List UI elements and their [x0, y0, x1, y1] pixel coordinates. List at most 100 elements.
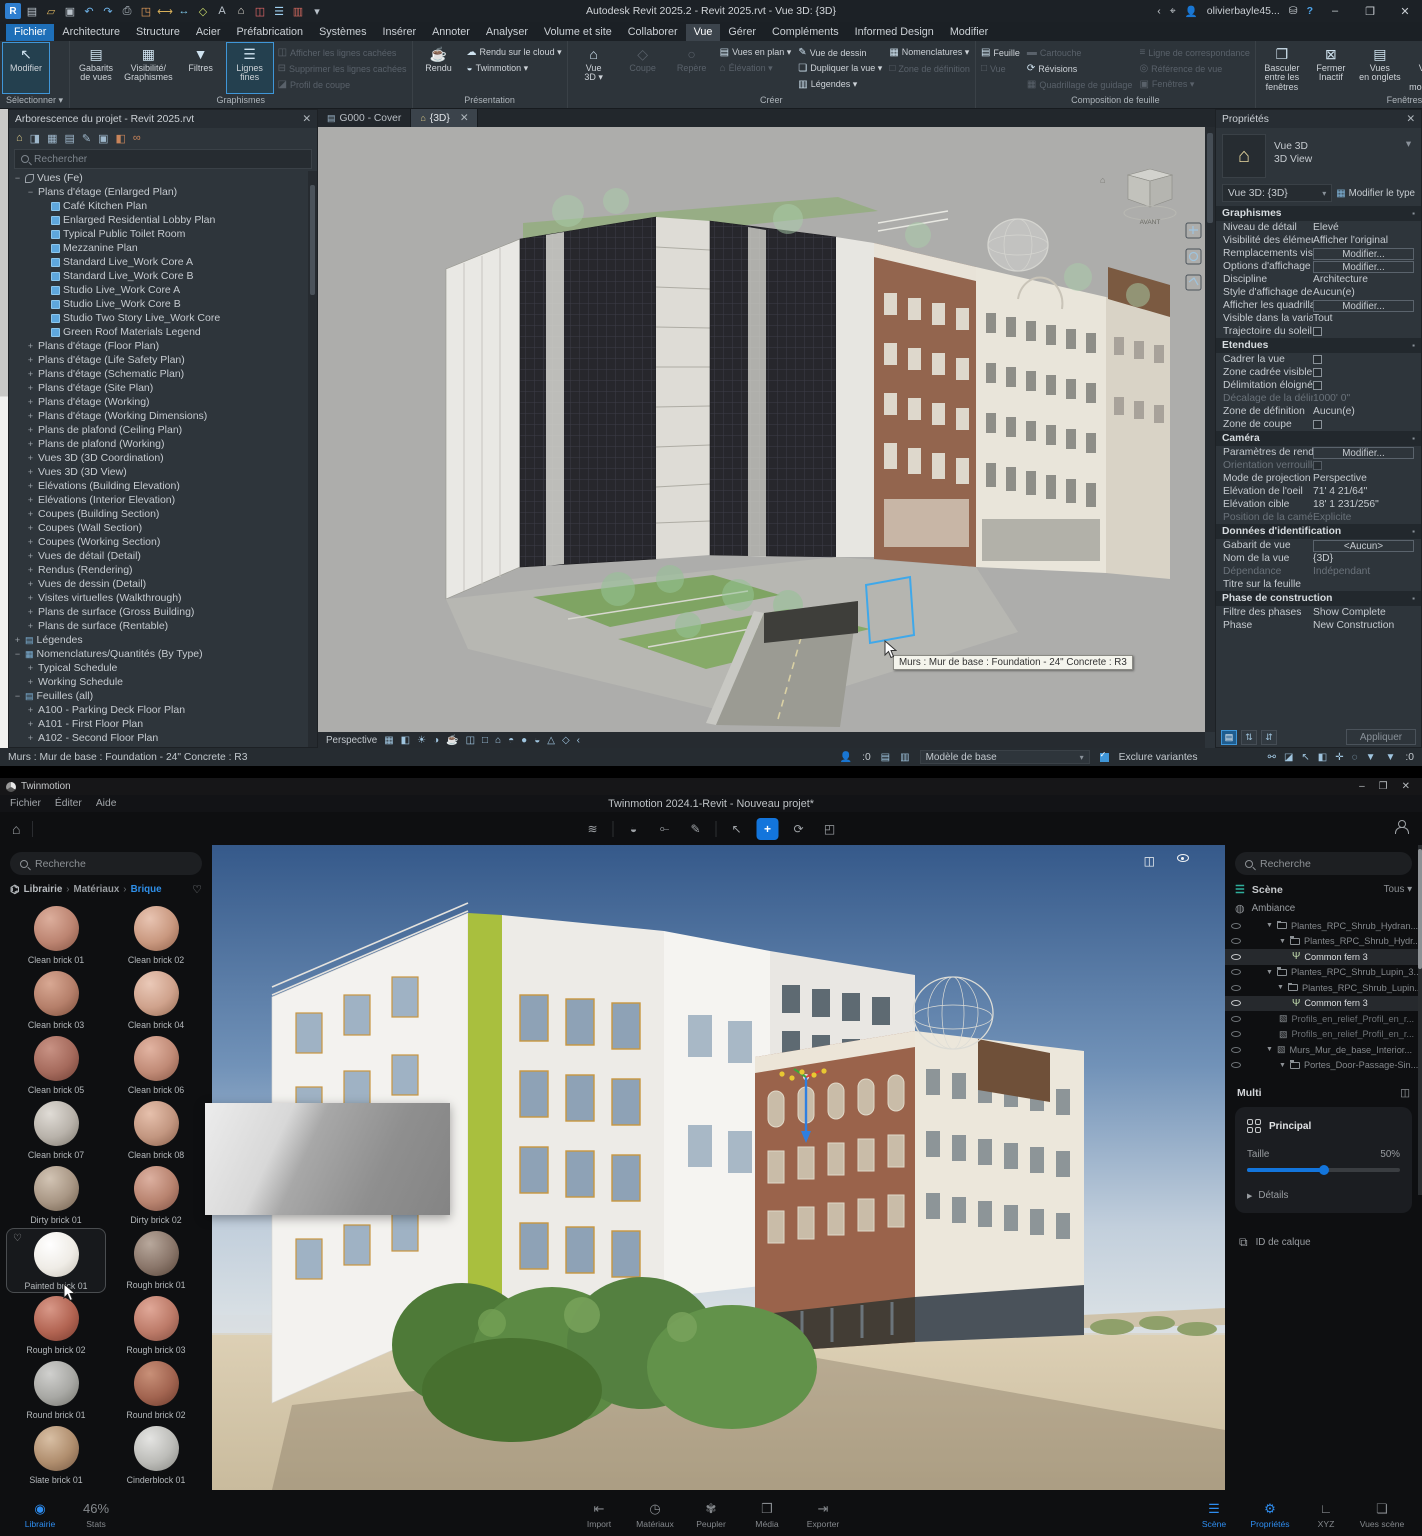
visibility-eye-icon[interactable] — [1231, 938, 1241, 944]
tree-item-plans-de-plafond-ceiling-plan[interactable]: +Plans de plafond (Ceiling Plan) — [9, 423, 317, 437]
tree-item-coupes-building-section[interactable]: +Coupes (Building Section) — [9, 507, 317, 521]
tree-item-plans-de-plafond-working[interactable]: +Plans de plafond (Working) — [9, 437, 317, 451]
scene-filter-dropdown[interactable]: Tous ▾ — [1384, 884, 1412, 895]
material-clean-brick-02[interactable]: Clean brick 02 — [106, 903, 206, 968]
material-clean-brick-08[interactable]: Clean brick 08 — [106, 1098, 206, 1163]
temporary-properties-icon[interactable]: ◒ — [534, 735, 540, 746]
ribbon-vues-en-plan[interactable]: ▤Vues en plan ▾ — [718, 45, 794, 60]
size-slider[interactable] — [1247, 1168, 1400, 1172]
view-selector-dropdown[interactable]: Vue 3D: {3D} ▾ — [1222, 184, 1332, 202]
ribbon-rendu-sur-le-cloud[interactable]: ☁Rendu sur le cloud ▾ — [465, 45, 564, 60]
move-tool-icon[interactable]: + — [757, 818, 779, 840]
sun-path-icon[interactable]: ☀ — [417, 735, 426, 746]
ribbon-r-f-rence-de-vue[interactable]: ◎Référence de vue — [1137, 61, 1251, 76]
background-process-icon[interactable]: ◌ — [1352, 752, 1358, 763]
ribbon-zone-de-d-finition[interactable]: □Zone de définition — [887, 61, 972, 76]
material-rough-brick-02[interactable]: Rough brick 02 — [6, 1293, 106, 1358]
dock-import[interactable]: ⇤Import — [573, 1497, 625, 1529]
scene-item-plantes-rpc-shrub-hydr[interactable]: ▼Plantes_RPC_Shrub_Hydr... — [1225, 934, 1422, 950]
visibility-eye-icon[interactable] — [1231, 954, 1241, 960]
ribbon-basculer-entre-les-fen-tres[interactable]: ❐Basculer entre les fenêtres — [1259, 43, 1305, 93]
material-clean-brick-04[interactable]: Clean brick 04 — [106, 968, 206, 1033]
selection-filter-icon[interactable]: ▼ — [1386, 752, 1396, 763]
sort-ascending-button[interactable]: ⇅ — [1241, 730, 1257, 745]
aligned-dimension-icon[interactable]: ↔ — [176, 3, 192, 19]
render-dialog-icon[interactable]: ☕ — [446, 735, 458, 746]
tree-item-plans-de-surface-gross-building[interactable]: +Plans de surface (Gross Building) — [9, 605, 317, 619]
ribbon-coupe[interactable]: ◇Coupe — [620, 43, 666, 93]
tree-item-l-gendes[interactable]: +▤Légendes — [9, 633, 317, 647]
user-switch-icon[interactable]: ▥ — [290, 3, 306, 19]
dock-peupler[interactable]: ✾Peupler — [685, 1497, 737, 1529]
tree-item-working-schedule[interactable]: +Working Schedule — [9, 675, 317, 689]
material-clean-brick-07[interactable]: Clean brick 07 — [6, 1098, 106, 1163]
revit-3d-canvas[interactable]: ⌂ AVANT — [318, 127, 1205, 732]
tree-item-visites-virtuelles-walkthrough[interactable]: +Visites virtuelles (Walkthrough) — [9, 591, 317, 605]
menu-tab-annoter[interactable]: Annoter — [424, 24, 478, 41]
dock-vues-scene[interactable]: ❏Vues scène — [1356, 1497, 1408, 1529]
sort-descending-button[interactable]: ⇵ — [1261, 730, 1277, 745]
ribbon-supprimer-les-lignes-cach-es[interactable]: ⊟Supprimer les lignes cachées — [276, 61, 409, 76]
layer-id-row[interactable]: ⧉ ID de calque — [1235, 1213, 1412, 1272]
dock-librairie[interactable]: ◉Librairie — [14, 1497, 66, 1529]
measure-icon[interactable]: ⟷ — [157, 3, 173, 19]
viewport-layout-icon[interactable]: ◫ — [1144, 854, 1155, 868]
type-selector-chevron[interactable]: ▾ — [1402, 134, 1415, 154]
ribbon-vue[interactable]: □Vue — [979, 61, 1022, 76]
breadcrumb-root[interactable]: Librairie — [24, 884, 63, 895]
tree-item-mezzanine-plan[interactable]: Mezzanine Plan — [9, 241, 317, 255]
rotate-tool-icon[interactable]: ⟳ — [788, 818, 810, 840]
ribbon-lignes-fines[interactable]: ☰Lignes fines — [227, 43, 273, 93]
breadcrumb-materials[interactable]: Matériaux — [74, 884, 120, 895]
ribbon-r-visions[interactable]: ⟳Révisions — [1025, 61, 1135, 76]
tree-item-a102-second-floor-plan[interactable]: +A102 - Second Floor Plan — [9, 731, 317, 745]
signed-in-user[interactable]: olivierbayle45... — [1207, 5, 1280, 17]
menu-tab-collaborer[interactable]: Collaborer — [620, 24, 686, 41]
properties-section-donn-es-d-identification[interactable]: Données d'identification▪ — [1216, 524, 1421, 539]
crop-view-icon[interactable]: ◫ — [466, 735, 475, 746]
dock-scene[interactable]: ☰Scène — [1188, 1497, 1240, 1529]
scene-item-common-fern-3[interactable]: ΨCommon fern 3 — [1225, 996, 1422, 1012]
tree-item-studio-live-work-core-b[interactable]: Studio Live_Work Core B — [9, 297, 317, 311]
revit-links-icon[interactable]: ◧ — [116, 132, 126, 145]
menu-tab-volume-et-site[interactable]: Volume et site — [536, 24, 620, 41]
menu-tab-acier[interactable]: Acier — [188, 24, 229, 41]
property-button[interactable]: Modifier... — [1313, 447, 1414, 459]
ribbon-vue-3d[interactable]: ⌂Vue 3D ▾ — [571, 43, 617, 93]
viewport-scrollbar[interactable] — [1205, 127, 1215, 732]
checkbox[interactable] — [1313, 381, 1322, 390]
save-icon[interactable]: ▣ — [62, 3, 78, 19]
menu-tab-informed-design[interactable]: Informed Design — [847, 24, 942, 41]
ribbon-feuille[interactable]: ▤Feuille — [979, 45, 1022, 60]
breadcrumb-brick[interactable]: Brique — [131, 884, 162, 895]
material-picker-icon[interactable]: ◒ — [623, 818, 645, 840]
tree-item-plans-d-tage-working[interactable]: +Plans d'étage (Working) — [9, 395, 317, 409]
property-button[interactable]: <Aucun> — [1313, 540, 1414, 552]
menu-tab-modifier[interactable]: Modifier — [942, 24, 996, 41]
exclude-options-checkbox[interactable] — [1100, 753, 1109, 762]
favorite-heart-icon[interactable]: ♡ — [13, 1233, 22, 1244]
layers-icon[interactable]: ≋ — [582, 818, 604, 840]
close-button[interactable]: ✕ — [1402, 781, 1410, 792]
tree-item-plans-d-tage-site-plan[interactable]: +Plans d'étage (Site Plan) — [9, 381, 317, 395]
tree-item-el-vations-building-elevation[interactable]: +Elévations (Building Elevation) — [9, 479, 317, 493]
ribbon-fermer-inactif[interactable]: ⊠Fermer Inactif — [1308, 43, 1354, 93]
ribbon-profil-de-coupe[interactable]: ◪Profil de coupe — [276, 77, 409, 92]
scene-item-profils-en-relief-profil-en-r[interactable]: ▧Profils_en_relief_Profil_en_r... — [1225, 1011, 1422, 1027]
properties-section-etendues[interactable]: Etendues▪ — [1216, 338, 1421, 353]
dock-exporter[interactable]: ⇥Exporter — [797, 1497, 849, 1529]
material-clean-brick-05[interactable]: Clean brick 05 — [6, 1033, 106, 1098]
material-dirty-brick-01[interactable]: Dirty brick 01 — [6, 1163, 106, 1228]
visibility-eye-icon[interactable] — [1231, 985, 1241, 991]
workset-user-icon[interactable]: 👤 — [840, 752, 852, 763]
menu-tab-fichier[interactable]: Fichier — [6, 24, 54, 41]
material-round-brick-02[interactable]: Round brick 02 — [106, 1358, 206, 1423]
restore-button[interactable]: ❐ — [1379, 781, 1388, 792]
open-icon[interactable]: ▱ — [43, 3, 59, 19]
checkbox[interactable] — [1313, 355, 1322, 364]
viewport-visibility-eye-icon[interactable] — [1177, 854, 1189, 862]
modify-icon[interactable]: ◳ — [138, 3, 154, 19]
properties-section-cam-ra[interactable]: Caméra▪ — [1216, 431, 1421, 446]
visibility-eye-icon[interactable] — [1231, 1047, 1241, 1053]
ribbon-l-gendes[interactable]: ▥Légendes ▾ — [796, 77, 884, 92]
